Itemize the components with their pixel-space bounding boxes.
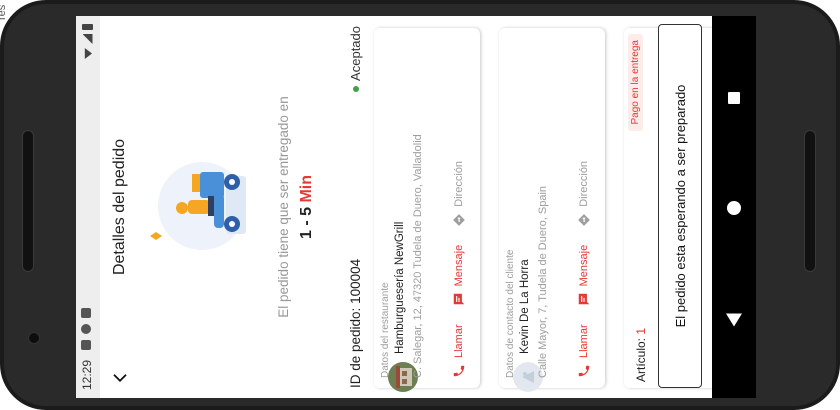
status-right-icons: [82, 24, 93, 59]
app-screen: 12:29 Detalles del pedido El pedido tien…: [76, 16, 712, 398]
notification-icon: [81, 324, 91, 334]
gear-icon: [81, 340, 91, 350]
phone-icon: [577, 364, 591, 378]
direction-icon: [577, 213, 591, 227]
sd-card-icon: [81, 308, 91, 318]
delivery-time-range: 1 - 5: [298, 207, 315, 240]
client-call-button[interactable]: Llamar: [577, 324, 591, 378]
delivery-illustration-icon: [150, 162, 246, 250]
status-badge: Aceptado: [348, 26, 363, 92]
restaurant-name: Hamburguesería NewGrill: [394, 221, 406, 354]
restaurant-direction-label: Dirección: [453, 160, 465, 207]
delivery-time: 1 - 5 Min: [298, 16, 316, 398]
status-bar: 12:29: [76, 16, 100, 398]
client-call-label: Llamar: [578, 324, 590, 358]
client-direction-button[interactable]: Dirección: [577, 161, 591, 227]
restaurant-message-button[interactable]: Mensaje: [452, 245, 466, 307]
status-icons: [81, 308, 91, 350]
wifi-icon: [83, 48, 92, 59]
delivery-time-unit: Min: [298, 175, 315, 203]
order-id-label: ID de pedido:: [348, 307, 363, 388]
client-section-label: Datos de contacto del cliente: [505, 249, 516, 378]
order-row: ID de pedido: 100004 Aceptado: [344, 16, 372, 398]
client-address: Calle Mayor, 7, Tudela de Duero, Spain: [537, 185, 549, 378]
articles-count: Artículo: 1: [634, 328, 648, 382]
client-name: Kevin De La Horra: [519, 259, 531, 354]
speaker-grille-right: [804, 130, 816, 272]
status-time: 12:29: [80, 359, 94, 390]
message-icon: [452, 292, 466, 306]
status-text: Aceptado: [348, 26, 363, 81]
status-dot-icon: [352, 85, 359, 92]
recents-button[interactable]: [728, 92, 740, 104]
speaker-grille-left: [22, 130, 34, 272]
rotated-content: 12:29 Detalles del pedido El pedido tien…: [76, 16, 712, 398]
back-button[interactable]: [726, 313, 742, 327]
page-title: Detalles del pedido: [111, 138, 128, 276]
home-button[interactable]: [727, 201, 741, 215]
front-camera: [28, 332, 40, 344]
restaurant-actions: Llamar Mensaje Dirección: [448, 38, 470, 378]
battery-icon: [82, 24, 93, 30]
restaurant-direction-button[interactable]: Dirección: [452, 161, 466, 227]
restaurant-card: Datos del restaurante Hamburguesería New…: [374, 28, 480, 392]
client-card: Datos de contacto del cliente Kevin De L…: [499, 28, 605, 392]
restaurant-call-label: Llamar: [453, 324, 465, 358]
order-status-banner: El pedido esta esperando a ser preparado: [658, 24, 702, 388]
android-nav-bar: [712, 16, 756, 398]
client-direction-label: Dirección: [578, 160, 590, 207]
client-message-label: Mensaje: [578, 244, 590, 287]
restaurant-address: C. Salegar, 12, 47320 Tudela de Duero, V…: [412, 134, 424, 378]
articles-value: 1: [634, 327, 648, 335]
restaurant-message-label: Mensaje: [453, 244, 465, 287]
header: Detalles del pedido: [100, 16, 142, 398]
signal-icon: [83, 34, 93, 44]
message-icon: [577, 292, 591, 306]
restaurant-section-label: Datos del restaurante: [380, 282, 391, 378]
restaurant-call-button[interactable]: Llamar: [452, 324, 466, 378]
direction-icon: [452, 213, 466, 227]
order-id-value: 100004: [348, 258, 363, 304]
articles-label: Artículo:: [634, 337, 648, 382]
corner-text: res: [0, 4, 8, 20]
payment-badge: Pago en la entrega: [628, 34, 643, 131]
order-id: ID de pedido: 100004: [348, 259, 363, 388]
delivery-subtitle: El pedido tiene que ser entregado en: [276, 96, 291, 318]
client-message-button[interactable]: Mensaje: [577, 245, 591, 307]
phone-icon: [452, 364, 466, 378]
client-actions: Llamar Mensaje Dirección: [573, 38, 595, 378]
